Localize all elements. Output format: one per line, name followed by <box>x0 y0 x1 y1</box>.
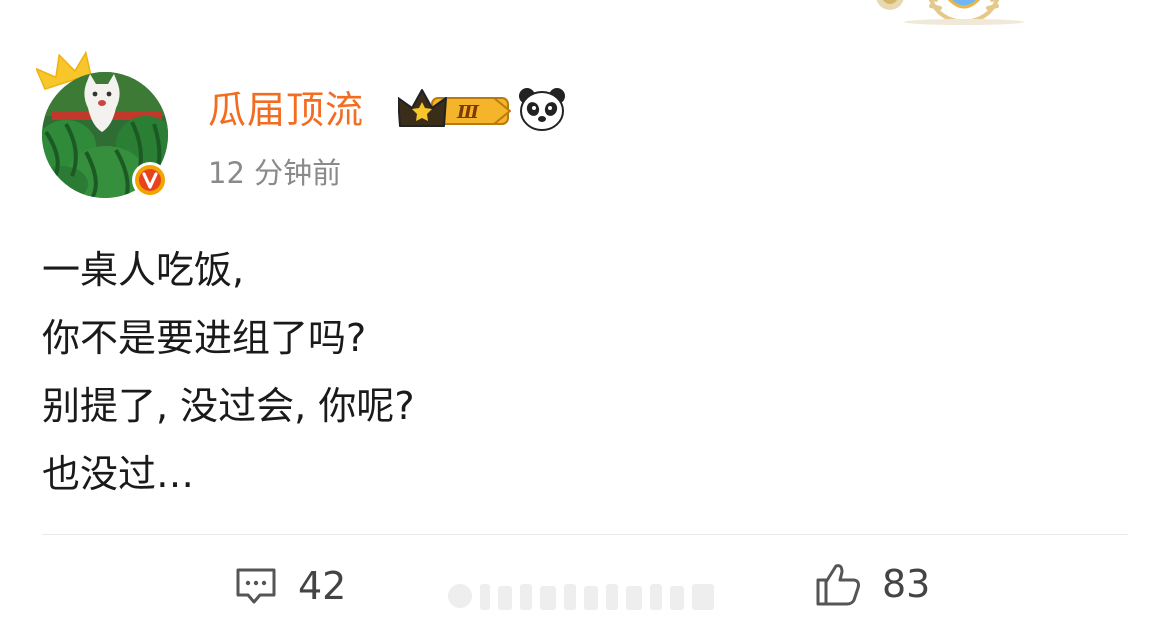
watermark <box>448 584 714 610</box>
panda-icon <box>519 88 565 131</box>
post-line: 你不是要进组了吗? <box>42 316 367 360</box>
v-verified-icon <box>132 162 168 198</box>
comment-button[interactable]: 42 <box>234 562 346 610</box>
comment-icon <box>236 568 276 604</box>
author-avatar[interactable] <box>36 48 176 204</box>
divider <box>42 534 1128 535</box>
like-button[interactable]: 83 <box>814 560 930 608</box>
vip-crown-badge: Ⅲ <box>398 89 511 127</box>
thumbs-up-icon <box>816 564 860 606</box>
post-timestamp: 12 分钟前 <box>208 156 342 190</box>
achievement-badge-icon <box>876 0 1024 25</box>
post-line: 一桌人吃饭, <box>42 248 245 292</box>
author-name[interactable]: 瓜届顶流 <box>208 86 364 134</box>
vip-level: Ⅲ <box>456 102 480 123</box>
post-content: 一桌人吃饭, 你不是要进组了吗? 别提了, 没过会, 你呢? 也没过… <box>42 236 1122 508</box>
post-line: 别提了, 没过会, 你呢? <box>42 384 415 428</box>
post-line: 也没过… <box>42 452 195 496</box>
like-count: 83 <box>882 562 931 606</box>
comment-count: 42 <box>298 564 347 608</box>
